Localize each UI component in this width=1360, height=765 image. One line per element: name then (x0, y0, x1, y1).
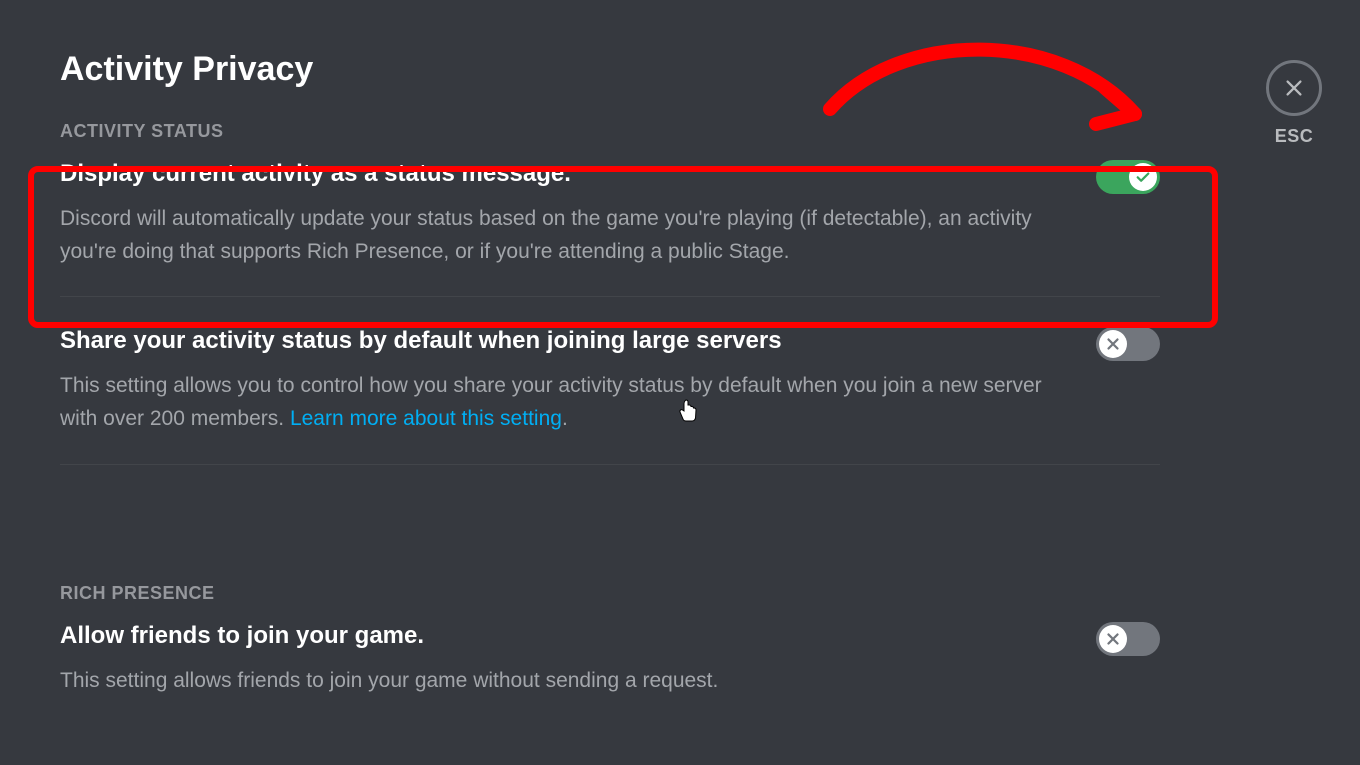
setting-description: Discord will automatically update your s… (60, 203, 1066, 268)
setting-display-activity: Display current activity as a status mes… (60, 158, 1160, 296)
close-button[interactable] (1266, 60, 1322, 116)
divider (60, 464, 1160, 465)
setting-title: Allow friends to join your game. (60, 620, 718, 651)
esc-label: ESC (1266, 126, 1322, 147)
toggle-share-large-servers[interactable] (1096, 327, 1160, 361)
divider (60, 296, 1160, 297)
setting-title: Share your activity status by default wh… (60, 325, 1066, 356)
check-icon (1129, 163, 1157, 191)
setting-share-large-servers: Share your activity status by default wh… (60, 325, 1160, 463)
setting-title: Display current activity as a status mes… (60, 158, 1066, 189)
learn-more-link[interactable]: Learn more about this setting (290, 407, 562, 430)
setting-description: This setting allows you to control how y… (60, 370, 1066, 435)
section-header-activity-status: ACTIVITY STATUS (60, 121, 1160, 142)
close-area: ESC (1266, 60, 1322, 147)
section-header-rich-presence: RICH PRESENCE (60, 583, 1160, 604)
close-icon (1283, 77, 1305, 99)
setting-allow-friends-join: Allow friends to join your game. This se… (60, 620, 1160, 726)
x-icon (1099, 330, 1127, 358)
x-icon (1099, 625, 1127, 653)
toggle-allow-friends-join[interactable] (1096, 622, 1160, 656)
page-title: Activity Privacy (60, 50, 1160, 89)
toggle-display-activity[interactable] (1096, 160, 1160, 194)
setting-description: This setting allows friends to join your… (60, 665, 718, 698)
